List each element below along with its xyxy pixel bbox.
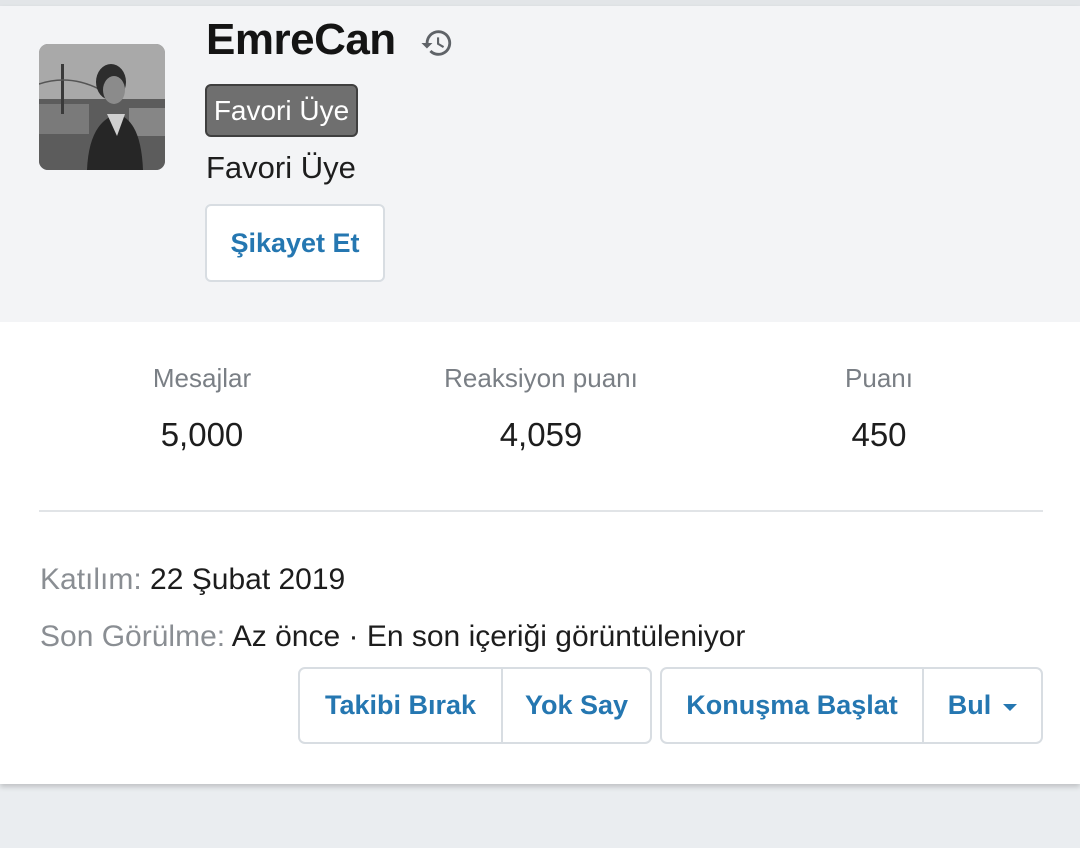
stat-value: 4,059 — [499, 416, 583, 453]
stat-label: Mesajlar — [152, 363, 252, 393]
joined-date: 22 Şubat 2019 — [150, 563, 346, 596]
stat-label: Puanı — [845, 363, 913, 393]
conversation-button-group: Konuşma Başlat Bul — [660, 667, 1043, 744]
start-conversation-button[interactable]: Konuşma Başlat — [662, 669, 922, 742]
find-menu-button[interactable]: Bul — [922, 669, 1041, 742]
joined-label: Katılım: — [40, 563, 142, 596]
last-seen-value: Az önce · En son içeriği görüntüleniyor — [231, 620, 746, 653]
user-title: Favori Üye — [206, 150, 356, 185]
member-header: EmreCan Favori Üye Favori Üye Şikayet Et — [0, 6, 1080, 322]
user-banner-badge: Favori Üye — [205, 84, 358, 137]
last-seen-label: Son Görülme: — [40, 620, 226, 653]
avatar-photo — [39, 44, 165, 170]
caret-down-icon — [1003, 703, 1018, 711]
stat-label: Reaksiyon puanı — [444, 363, 638, 393]
ignore-button[interactable]: Yok Say — [501, 669, 650, 742]
avatar[interactable] — [39, 44, 165, 170]
profile-page: EmreCan Favori Üye Favori Üye Şikayet Et… — [0, 0, 1080, 848]
history-icon[interactable] — [420, 26, 454, 60]
stat-reaction-score[interactable]: Reaksiyon puanı 4,059 — [391, 361, 691, 455]
last-seen-info: Son Görülme: Az önce · En son içeriği gö… — [40, 618, 745, 656]
find-label: Bul — [947, 690, 992, 720]
stat-value: 450 — [851, 416, 907, 453]
stat-messages[interactable]: Mesajlar 5,000 — [52, 361, 352, 455]
unfollow-button[interactable]: Takibi Bırak — [300, 669, 501, 742]
follow-button-group: Takibi Bırak Yok Say — [298, 667, 652, 744]
username: EmreCan — [206, 15, 396, 64]
joined-info: Katılım: 22 Şubat 2019 — [40, 561, 345, 599]
stat-value: 5,000 — [160, 416, 244, 453]
stat-points[interactable]: Puanı 450 — [729, 361, 1029, 455]
member-card: EmreCan Favori Üye Favori Üye Şikayet Et… — [0, 6, 1080, 784]
report-button[interactable]: Şikayet Et — [205, 204, 385, 282]
stats-divider — [39, 510, 1043, 512]
